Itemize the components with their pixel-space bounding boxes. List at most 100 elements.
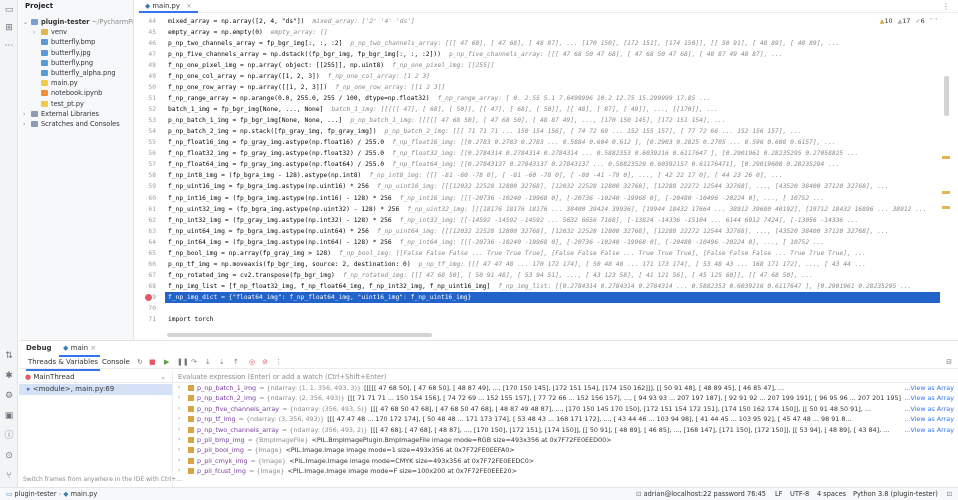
line-number[interactable]: 67 xyxy=(135,270,165,281)
tree-item-file[interactable]: butterfly.png xyxy=(19,58,133,68)
chevron-right-icon[interactable]: › xyxy=(178,456,180,466)
run-icon[interactable]: ⇅ xyxy=(3,350,15,362)
rerun-icon[interactable]: ↻ xyxy=(137,355,143,369)
code-area[interactable]: mixed_array = np.array([2, 4, "ds"]) mixe… xyxy=(165,16,940,325)
variable-row[interactable]: › p_np_batch_1_img = {ndarray: (1, 1, 356,… xyxy=(174,383,958,394)
chevron-right-icon[interactable]: › xyxy=(178,404,180,414)
tree-item-file[interactable]: butterfly_alpha.png xyxy=(19,68,133,78)
code-line[interactable]: f_np_uint64_img = fp_bgra_img.astype(np.… xyxy=(165,226,940,237)
variable-row[interactable]: › p_np_five_channels_array = {ndarray: (35… xyxy=(174,403,958,415)
code-line[interactable]: f_np_rotated_img = cv2.transpose(fp_bgr_… xyxy=(165,270,940,281)
tree-item-venv[interactable]: › venv xyxy=(19,27,133,37)
remote-host[interactable]: ⊡ adrian@localhost:22 password xyxy=(636,488,745,500)
tree-root[interactable]: ⌄ plugin-tester ~/PycharmPro xyxy=(19,17,133,27)
line-number[interactable]: 59 xyxy=(135,181,165,192)
variable-row[interactable]: › p_np_tf_img = {ndarray: (3, 356, 493)}[[… xyxy=(174,414,958,425)
code-line[interactable]: mixed_array = np.array([2, 4, "ds"]) mixe… xyxy=(165,16,940,27)
code-line[interactable]: f_np_uint16_img = fp_bgra_img.astype(np.… xyxy=(165,181,940,192)
close-icon[interactable]: × xyxy=(90,344,96,352)
services-icon[interactable]: ⚙ xyxy=(3,390,15,402)
line-separator[interactable]: LF xyxy=(775,488,782,500)
line-number[interactable]: 49 xyxy=(135,71,165,82)
chevron-right-icon[interactable]: › xyxy=(178,393,180,403)
code-line[interactable]: import torch xyxy=(165,314,940,325)
code-line[interactable]: f_np_int16_img = (fp_bgra_img.astype(np.… xyxy=(165,193,940,204)
line-number[interactable]: 55 xyxy=(135,137,165,148)
line-number[interactable]: 71 xyxy=(135,314,165,325)
variable-row[interactable]: › p_pil_fcust_img = {Image} <PIL.Image.Imag… xyxy=(174,466,958,476)
folder-icon[interactable]: ▭ xyxy=(3,4,15,16)
code-line[interactable]: p_np_five_channels_array = np.dstack((fp… xyxy=(165,49,940,60)
step-over-icon[interactable]: ↷ xyxy=(191,355,197,369)
view-as-array-link[interactable]: ...View as Array xyxy=(901,393,954,404)
variable-row[interactable]: › p_np_two_channels_array = {ndarray: (356… xyxy=(174,424,958,435)
more-icon[interactable]: ⋮ xyxy=(275,355,282,369)
breadcrumb-file[interactable]: main.py xyxy=(71,490,98,498)
more-icon[interactable]: ⋯ xyxy=(3,40,15,52)
variable-row[interactable]: › p_pil_bmp_img = {BmpImageFile} <PIL.BmpIm… xyxy=(174,435,958,445)
line-number[interactable]: 46 xyxy=(135,38,165,49)
code-line[interactable]: empty_array = np.empty(0) empty_array: [] xyxy=(165,27,940,38)
code-line[interactable]: f_np_float64_img = fp_gray_img.astype(np… xyxy=(165,159,940,170)
code-line[interactable]: f_np_int32_img = (fp_gray_img.astype(np.… xyxy=(165,215,940,226)
chevron-right-icon[interactable]: › xyxy=(178,435,180,445)
line-number[interactable]: 60 xyxy=(135,193,165,204)
code-line[interactable]: f_np_one_row_array = np.array([[1, 2, 3]… xyxy=(165,82,940,93)
code-line[interactable]: f_np_float32_img = fp_gray_img.astype(np… xyxy=(165,148,940,159)
close-icon[interactable]: × xyxy=(186,2,192,10)
code-line[interactable] xyxy=(165,303,940,314)
step-into-my-code-icon[interactable]: ⇣ xyxy=(219,355,225,369)
line-number[interactable]: 52 xyxy=(135,104,165,115)
debug-icon[interactable]: ✱ xyxy=(3,370,15,382)
evaluate-expression-input[interactable]: Evaluate expression (Enter) or add a wat… xyxy=(174,371,958,383)
line-number[interactable]: 53 xyxy=(135,115,165,126)
line-number[interactable]: 63 xyxy=(135,226,165,237)
line-number[interactable]: 66 xyxy=(135,259,165,270)
view-as-array-link[interactable]: ...View as Array xyxy=(901,414,954,425)
tree-item-file[interactable]: butterfly.jpg xyxy=(19,48,133,58)
tab-console[interactable]: Console xyxy=(102,355,130,369)
terminal-icon[interactable]: ▣ xyxy=(3,410,15,422)
file-encoding[interactable]: UTF-8 xyxy=(790,488,809,500)
line-number[interactable]: 56 xyxy=(135,148,165,159)
more-icon[interactable]: ⋮ xyxy=(942,0,950,13)
scrollbar-thumb[interactable] xyxy=(944,76,949,116)
chevron-right-icon[interactable]: › xyxy=(178,383,180,393)
view-breakpoints-icon[interactable]: ◎ xyxy=(249,355,255,369)
code-line[interactable]: f_np_float16_img = fp_gray_img.astype(np… xyxy=(165,137,940,148)
line-number[interactable]: 51 xyxy=(135,93,165,104)
lock-icon[interactable]: ⊡ xyxy=(946,488,952,500)
line-number[interactable]: 45 xyxy=(135,27,165,38)
breakpoint-icon[interactable] xyxy=(145,294,152,301)
code-line[interactable]: f_np_img_dict = {"float64_img": f_np_flo… xyxy=(165,291,940,303)
code-line[interactable]: f_np_range_array = np.arange(0.0, 255.0,… xyxy=(165,93,940,104)
line-number[interactable]: 70 xyxy=(135,303,165,314)
view-as-array-link[interactable]: ...View as Array xyxy=(901,383,954,394)
caret-position[interactable]: 76:45 xyxy=(747,488,766,500)
tree-item-external-libraries[interactable]: › External Libraries xyxy=(19,109,133,119)
line-number-gutter[interactable]: 44 45 46 47 48 49 50 51 52 53 54 55 56 57 58 59 60 61 62 63… xyxy=(135,16,165,325)
line-number[interactable]: 54 xyxy=(135,126,165,137)
variable-row[interactable]: › p_pil_cmyk_img = {Image} <PIL.Image.Image… xyxy=(174,456,958,466)
code-line[interactable]: p_np_batch_2_img = np.stack([fp_gray_img… xyxy=(165,126,940,137)
python-interpreter[interactable]: Python 3.8 (plugin-tester) xyxy=(853,488,938,500)
line-number[interactable]: 44 xyxy=(135,16,165,27)
editor-scrollbar[interactable] xyxy=(942,16,950,336)
stack-frame[interactable]: ▸ <module>, main.py:69 xyxy=(19,384,172,395)
git-icon[interactable]: ⑂ xyxy=(3,470,15,482)
variable-row[interactable]: › p_pil_bool_img = {Image} <PIL.Image.Image… xyxy=(174,445,958,455)
line-number[interactable]: 57 xyxy=(135,159,165,170)
project-panel-title[interactable]: Project xyxy=(19,0,133,13)
chevron-down-icon[interactable]: ⌄ xyxy=(160,371,166,383)
chevron-right-icon[interactable]: › xyxy=(178,414,180,424)
mute-breakpoints-icon[interactable]: ⊘ xyxy=(262,355,268,369)
code-line[interactable]: f_np_uint32_img = (fp_bgra_img.astype(np… xyxy=(165,204,940,215)
view-as-array-link[interactable]: ...View as Array xyxy=(901,424,954,435)
code-line[interactable]: p_np_batch_1_img = fp_bgr_img[None, None… xyxy=(165,115,940,126)
code-line[interactable]: f_np_img_list = [f_np_float32_img, f_np_… xyxy=(165,281,940,292)
line-number[interactable]: 50 xyxy=(135,82,165,93)
code-line[interactable]: p_np_tf_img = np.moveaxis(fp_bgr_img, so… xyxy=(165,259,940,270)
chevron-right-icon[interactable]: › xyxy=(178,466,180,476)
line-number[interactable]: 64 xyxy=(135,237,165,248)
code-line[interactable]: p_np_two_channels_array = fp_bgr_img[:, … xyxy=(165,38,940,49)
